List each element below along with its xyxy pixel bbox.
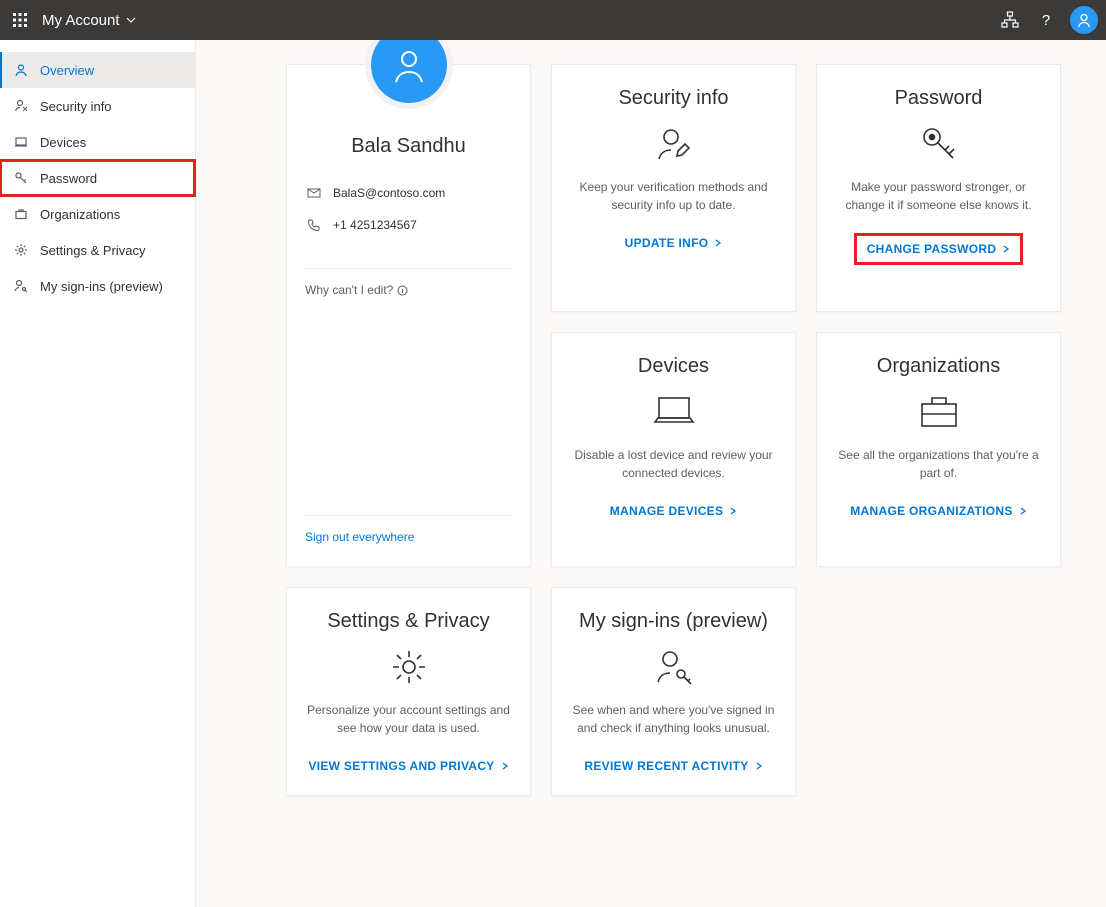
organizations-card: Organizations See all the organizations … (816, 332, 1061, 568)
user-avatar[interactable] (1070, 6, 1098, 34)
profile-avatar (371, 40, 447, 103)
sign-out-everywhere-link[interactable]: Sign out everywhere (305, 530, 512, 544)
nav-label: Devices (40, 135, 86, 150)
nav-label: Password (40, 171, 97, 186)
laptop-large-icon (652, 392, 696, 432)
card-body: See when and where you've signed in and … (570, 701, 777, 737)
main-content: Bala Sandhu BalaS@contoso.com +1 4251234… (196, 40, 1106, 907)
card-title: My sign-ins (preview) (579, 610, 768, 633)
card-title: Settings & Privacy (327, 610, 489, 633)
gear-large-icon (389, 647, 429, 687)
devices-card: Devices Disable a lost device and review… (551, 332, 796, 568)
org-chart-icon[interactable] (994, 4, 1026, 36)
view-settings-privacy-link[interactable]: VIEW SETTINGS AND PRIVACY (308, 759, 508, 773)
my-signins-card: My sign-ins (preview) See when and where… (551, 587, 796, 796)
app-launcher-icon[interactable] (8, 8, 32, 32)
nav-label: My sign-ins (preview) (40, 279, 163, 294)
person-edit-icon (654, 124, 694, 164)
info-icon (397, 285, 408, 296)
briefcase-large-icon (917, 392, 961, 432)
card-body: Keep your verification methods and secur… (570, 178, 777, 214)
laptop-icon (12, 135, 30, 149)
profile-phone: +1 4251234567 (333, 218, 417, 232)
profile-card: Bala Sandhu BalaS@contoso.com +1 4251234… (286, 64, 531, 567)
key-icon (12, 171, 30, 185)
chevron-right-icon (1002, 245, 1010, 253)
chevron-right-icon (729, 507, 737, 515)
security-info-icon (12, 99, 30, 113)
card-body: Make your password stronger, or change i… (835, 178, 1042, 214)
sidebar-item-security-info[interactable]: Security info (0, 88, 195, 124)
card-title: Devices (638, 355, 709, 378)
sidebar-item-organizations[interactable]: Organizations (0, 196, 195, 232)
card-title: Organizations (877, 355, 1000, 378)
password-card: Password Make your password stronger, or… (816, 64, 1061, 312)
chevron-right-icon (1019, 507, 1027, 515)
card-title: Password (895, 87, 983, 110)
header: My Account ? (0, 0, 1106, 40)
sidebar-item-overview[interactable]: Overview (0, 52, 195, 88)
sidebar: Overview Security info Devices Password … (0, 40, 196, 907)
card-body: Personalize your account settings and se… (305, 701, 512, 737)
sidebar-item-settings-privacy[interactable]: Settings & Privacy (0, 232, 195, 268)
manage-organizations-link[interactable]: MANAGE ORGANIZATIONS (850, 504, 1026, 518)
profile-name: Bala Sandhu (305, 135, 512, 158)
svg-text:?: ? (1042, 12, 1050, 28)
review-recent-activity-link[interactable]: REVIEW RECENT ACTIVITY (584, 759, 762, 773)
gear-icon (12, 243, 30, 257)
card-body: See all the organizations that you're a … (835, 446, 1042, 482)
chevron-right-icon (501, 762, 509, 770)
settings-privacy-card: Settings & Privacy Personalize your acco… (286, 587, 531, 796)
change-password-link[interactable]: CHANGE PASSWORD (857, 236, 1021, 262)
help-icon[interactable]: ? (1030, 4, 1062, 36)
briefcase-icon (12, 207, 30, 221)
update-info-link[interactable]: UPDATE INFO (625, 236, 723, 250)
profile-email: BalaS@contoso.com (333, 186, 445, 200)
nav-label: Security info (40, 99, 112, 114)
nav-label: Settings & Privacy (40, 243, 146, 258)
profile-email-row: BalaS@contoso.com (305, 186, 512, 200)
phone-icon (307, 218, 323, 232)
security-info-card: Security info Keep your verification met… (551, 64, 796, 312)
sidebar-item-devices[interactable]: Devices (0, 124, 195, 160)
mail-icon (307, 186, 323, 200)
nav-label: Overview (40, 63, 94, 78)
profile-phone-row: +1 4251234567 (305, 218, 512, 232)
sidebar-item-password[interactable]: Password (0, 160, 195, 196)
key-large-icon (919, 124, 959, 164)
chevron-right-icon (755, 762, 763, 770)
header-title[interactable]: My Account (42, 12, 120, 29)
person-key-icon (654, 647, 694, 687)
manage-devices-link[interactable]: MANAGE DEVICES (610, 504, 738, 518)
signin-icon (12, 279, 30, 293)
person-icon (12, 63, 30, 77)
card-body: Disable a lost device and review your co… (570, 446, 777, 482)
chevron-down-icon[interactable] (126, 15, 136, 25)
nav-label: Organizations (40, 207, 120, 222)
chevron-right-icon (714, 239, 722, 247)
why-cant-i-edit-link[interactable]: Why can't I edit? (305, 283, 512, 297)
sidebar-item-my-signins[interactable]: My sign-ins (preview) (0, 268, 195, 304)
card-title: Security info (618, 87, 728, 110)
